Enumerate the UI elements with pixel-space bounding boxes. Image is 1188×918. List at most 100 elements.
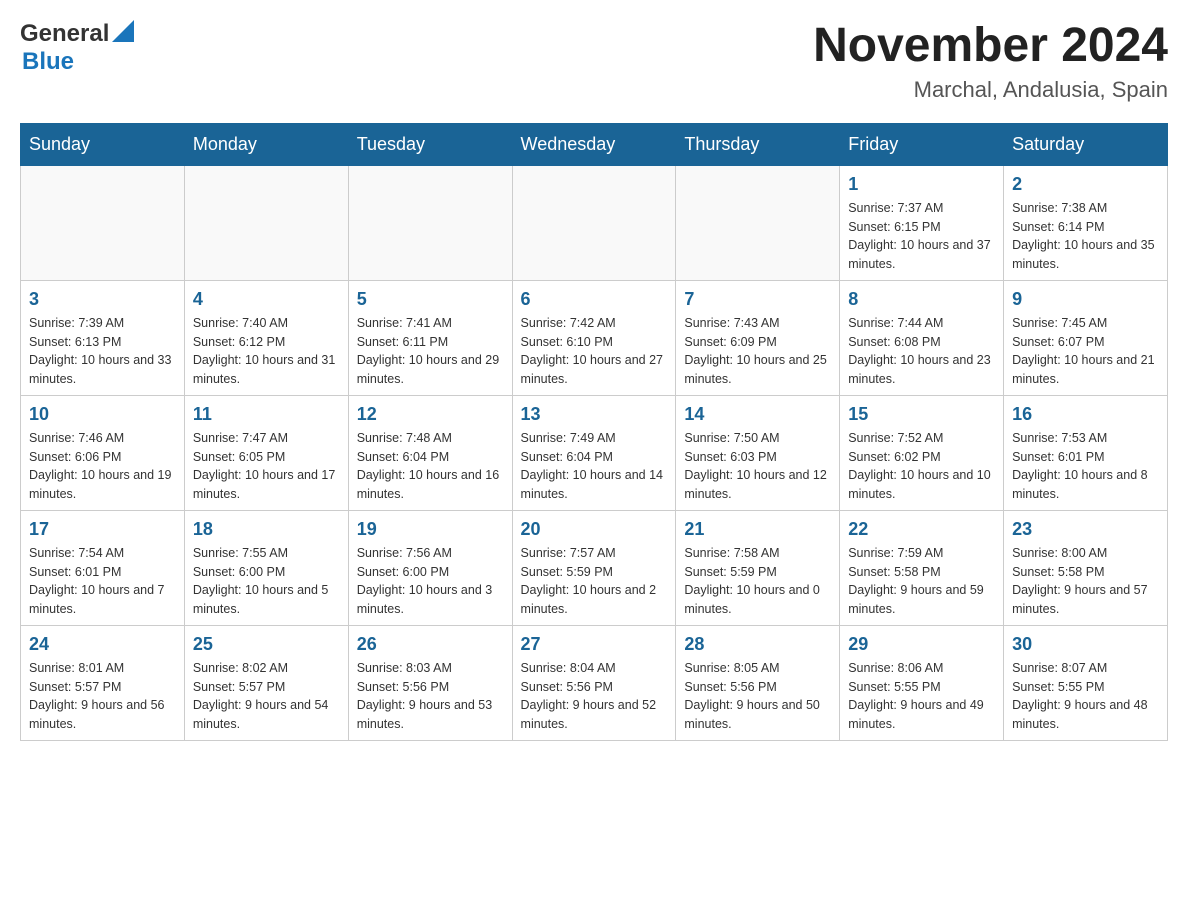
day-info: Sunrise: 7:45 AM Sunset: 6:07 PM Dayligh… [1012,314,1159,389]
day-number: 19 [357,519,504,540]
day-number: 20 [521,519,668,540]
day-info: Sunrise: 7:44 AM Sunset: 6:08 PM Dayligh… [848,314,995,389]
day-info: Sunrise: 7:56 AM Sunset: 6:00 PM Dayligh… [357,544,504,619]
day-cell: 28 Sunrise: 8:05 AM Sunset: 5:56 PM Dayli… [676,625,840,740]
logo: General Blue [20,20,134,75]
day-number: 23 [1012,519,1159,540]
day-cell: 17 Sunrise: 7:54 AM Sunset: 6:01 PM Dayli… [21,510,185,625]
day-number: 24 [29,634,176,655]
day-number: 6 [521,289,668,310]
day-info: Sunrise: 7:38 AM Sunset: 6:14 PM Dayligh… [1012,199,1159,274]
day-number: 13 [521,404,668,425]
title-area: November 2024 Marchal, Andalusia, Spain [813,20,1168,103]
day-cell [348,165,512,280]
day-cell: 27 Sunrise: 8:04 AM Sunset: 5:56 PM Dayli… [512,625,676,740]
day-info: Sunrise: 8:05 AM Sunset: 5:56 PM Dayligh… [684,659,831,734]
day-info: Sunrise: 7:55 AM Sunset: 6:00 PM Dayligh… [193,544,340,619]
day-cell [512,165,676,280]
day-number: 28 [684,634,831,655]
day-number: 25 [193,634,340,655]
calendar-table: SundayMondayTuesdayWednesdayThursdayFrid… [20,123,1168,741]
day-cell: 1 Sunrise: 7:37 AM Sunset: 6:15 PM Daylig… [840,165,1004,280]
day-number: 29 [848,634,995,655]
logo-blue: Blue [22,48,134,76]
day-info: Sunrise: 7:46 AM Sunset: 6:06 PM Dayligh… [29,429,176,504]
day-info: Sunrise: 8:00 AM Sunset: 5:58 PM Dayligh… [1012,544,1159,619]
day-number: 12 [357,404,504,425]
day-info: Sunrise: 7:43 AM Sunset: 6:09 PM Dayligh… [684,314,831,389]
week-row-3: 10 Sunrise: 7:46 AM Sunset: 6:06 PM Dayli… [21,395,1168,510]
week-row-2: 3Sunrise: 7:39 AM Sunset: 6:13 PM Daylig… [21,280,1168,395]
day-cell: 24 Sunrise: 8:01 AM Sunset: 5:57 PM Dayli… [21,625,185,740]
day-cell: 30 Sunrise: 8:07 AM Sunset: 5:55 PM Dayli… [1004,625,1168,740]
day-number: 14 [684,404,831,425]
day-number: 9 [1012,289,1159,310]
day-cell: 21 Sunrise: 7:58 AM Sunset: 5:59 PM Dayli… [676,510,840,625]
day-number: 5 [357,289,504,310]
day-number: 15 [848,404,995,425]
day-number: 11 [193,404,340,425]
day-number: 27 [521,634,668,655]
day-cell: 15Sunrise: 7:52 AM Sunset: 6:02 PM Dayli… [840,395,1004,510]
weekday-header-sunday: Sunday [21,123,185,165]
logo-general: General [20,20,109,48]
day-number: 17 [29,519,176,540]
day-number: 7 [684,289,831,310]
day-cell: 2 Sunrise: 7:38 AM Sunset: 6:14 PM Daylig… [1004,165,1168,280]
day-info: Sunrise: 7:54 AM Sunset: 6:01 PM Dayligh… [29,544,176,619]
week-row-5: 24 Sunrise: 8:01 AM Sunset: 5:57 PM Dayli… [21,625,1168,740]
day-cell: 26 Sunrise: 8:03 AM Sunset: 5:56 PM Dayli… [348,625,512,740]
day-cell: 12 Sunrise: 7:48 AM Sunset: 6:04 PM Dayli… [348,395,512,510]
day-number: 16 [1012,404,1159,425]
day-number: 8 [848,289,995,310]
day-cell: 23 Sunrise: 8:00 AM Sunset: 5:58 PM Dayli… [1004,510,1168,625]
day-info: Sunrise: 7:42 AM Sunset: 6:10 PM Dayligh… [521,314,668,389]
day-cell: 18 Sunrise: 7:55 AM Sunset: 6:00 PM Dayli… [184,510,348,625]
day-info: Sunrise: 7:37 AM Sunset: 6:15 PM Dayligh… [848,199,995,274]
day-info: Sunrise: 8:06 AM Sunset: 5:55 PM Dayligh… [848,659,995,734]
day-info: Sunrise: 7:59 AM Sunset: 5:58 PM Dayligh… [848,544,995,619]
day-cell: 5 Sunrise: 7:41 AM Sunset: 6:11 PM Daylig… [348,280,512,395]
weekday-header-tuesday: Tuesday [348,123,512,165]
day-info: Sunrise: 8:04 AM Sunset: 5:56 PM Dayligh… [521,659,668,734]
day-cell [184,165,348,280]
day-info: Sunrise: 8:02 AM Sunset: 5:57 PM Dayligh… [193,659,340,734]
day-info: Sunrise: 7:48 AM Sunset: 6:04 PM Dayligh… [357,429,504,504]
weekday-header-thursday: Thursday [676,123,840,165]
day-number: 26 [357,634,504,655]
header: General Blue November 2024 Marchal, Anda… [20,20,1168,103]
day-cell: 10 Sunrise: 7:46 AM Sunset: 6:06 PM Dayli… [21,395,185,510]
day-number: 10 [29,404,176,425]
day-cell: 22 Sunrise: 7:59 AM Sunset: 5:58 PM Dayli… [840,510,1004,625]
day-info: Sunrise: 8:07 AM Sunset: 5:55 PM Dayligh… [1012,659,1159,734]
day-number: 1 [848,174,995,195]
day-cell [676,165,840,280]
day-number: 30 [1012,634,1159,655]
day-info: Sunrise: 7:47 AM Sunset: 6:05 PM Dayligh… [193,429,340,504]
day-info: Sunrise: 7:58 AM Sunset: 5:59 PM Dayligh… [684,544,831,619]
day-cell: 29 Sunrise: 8:06 AM Sunset: 5:55 PM Dayli… [840,625,1004,740]
day-info: Sunrise: 7:41 AM Sunset: 6:11 PM Dayligh… [357,314,504,389]
day-info: Sunrise: 7:49 AM Sunset: 6:04 PM Dayligh… [521,429,668,504]
weekday-header-wednesday: Wednesday [512,123,676,165]
day-cell: 25 Sunrise: 8:02 AM Sunset: 5:57 PM Dayli… [184,625,348,740]
day-number: 22 [848,519,995,540]
day-cell: 13 Sunrise: 7:49 AM Sunset: 6:04 PM Dayli… [512,395,676,510]
day-number: 2 [1012,174,1159,195]
day-cell: 3Sunrise: 7:39 AM Sunset: 6:13 PM Daylig… [21,280,185,395]
day-number: 21 [684,519,831,540]
day-cell: 16Sunrise: 7:53 AM Sunset: 6:01 PM Dayli… [1004,395,1168,510]
day-number: 18 [193,519,340,540]
day-cell: 8 Sunrise: 7:44 AM Sunset: 6:08 PM Daylig… [840,280,1004,395]
day-info: Sunrise: 7:39 AM Sunset: 6:13 PM Dayligh… [29,314,176,389]
week-row-4: 17 Sunrise: 7:54 AM Sunset: 6:01 PM Dayli… [21,510,1168,625]
day-cell: 6 Sunrise: 7:42 AM Sunset: 6:10 PM Daylig… [512,280,676,395]
day-info: Sunrise: 7:50 AM Sunset: 6:03 PM Dayligh… [684,429,831,504]
day-info: Sunrise: 7:40 AM Sunset: 6:12 PM Dayligh… [193,314,340,389]
day-info: Sunrise: 8:01 AM Sunset: 5:57 PM Dayligh… [29,659,176,734]
week-row-1: 1 Sunrise: 7:37 AM Sunset: 6:15 PM Daylig… [21,165,1168,280]
day-cell: 11 Sunrise: 7:47 AM Sunset: 6:05 PM Dayli… [184,395,348,510]
calendar-title: November 2024 [813,20,1168,73]
day-info: Sunrise: 8:03 AM Sunset: 5:56 PM Dayligh… [357,659,504,734]
day-info: Sunrise: 7:57 AM Sunset: 5:59 PM Dayligh… [521,544,668,619]
